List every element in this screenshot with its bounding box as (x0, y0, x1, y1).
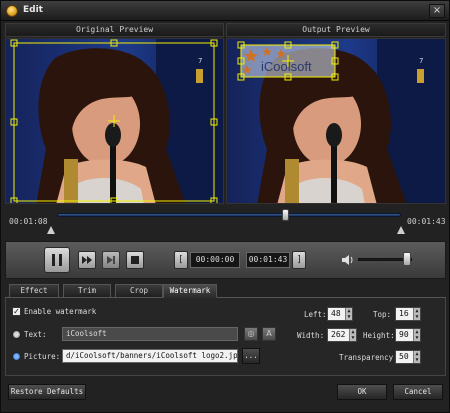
app-logo-icon (6, 5, 18, 17)
fast-forward-button[interactable] (78, 251, 96, 269)
volume-icon[interactable] (340, 253, 354, 267)
enable-watermark-checkbox[interactable]: ✓ (12, 307, 21, 316)
trim-start-marker[interactable] (47, 226, 55, 234)
set-end-button[interactable]: ] (292, 251, 306, 269)
watermark-selection-frame[interactable] (227, 39, 446, 204)
picture-watermark-radio[interactable] (12, 352, 21, 361)
transparency-spinbox[interactable]: 50 ▲ ▼ (395, 350, 421, 364)
timeline-track[interactable] (57, 209, 401, 221)
edit-tabs: Effect Trim Crop Watermark (5, 282, 446, 298)
output-preview-label: Output Preview (226, 23, 446, 37)
transparency-label: Transparency: (339, 353, 398, 362)
top-label: Top: (373, 310, 392, 319)
font-icon: A (266, 329, 272, 338)
text-color-button[interactable]: ◎ (244, 327, 258, 341)
watermark-panel: ✓ Enable watermark Text: iCoolsoft ◎ A P… (5, 298, 446, 376)
tab-trim[interactable]: Trim (63, 284, 111, 298)
title-bar: Edit × (1, 1, 449, 21)
pause-button[interactable] (44, 247, 70, 273)
timeline: 00:01:08 00:01:43 (5, 206, 446, 240)
stop-icon (131, 256, 139, 264)
trim-end-time: 00:01:43 (407, 217, 446, 226)
top-spinbox[interactable]: 16 ▲ ▼ (395, 307, 421, 321)
playback-controls: [ 00:00:00 00:01:43 ] (5, 241, 446, 279)
browse-picture-button[interactable]: ... (242, 348, 260, 364)
restore-defaults-button[interactable]: Restore Defaults (8, 384, 86, 400)
palette-icon: ◎ (247, 329, 255, 338)
output-preview: 7 iCoolsoft (226, 38, 446, 204)
text-watermark-radio[interactable] (12, 330, 21, 339)
start-time-field[interactable]: 00:00:00 (190, 252, 240, 268)
original-preview-label: Original Preview (5, 23, 224, 37)
tab-watermark[interactable]: Watermark (163, 284, 217, 298)
width-label: Width: (297, 331, 325, 340)
picture-label: Picture: (24, 352, 61, 361)
tab-crop[interactable]: Crop (115, 284, 163, 298)
edit-window: Edit × Original Preview Output Preview 7 (0, 0, 450, 413)
pause-icon (52, 254, 62, 266)
trim-end-marker[interactable] (397, 226, 405, 234)
text-font-button[interactable]: A (262, 327, 276, 341)
trim-start-time: 00:01:08 (9, 217, 48, 226)
fast-forward-icon (82, 256, 92, 264)
transparency-value: 50 (399, 352, 409, 361)
top-value: 16 (399, 309, 409, 318)
height-spinbox[interactable]: 90 ▲ ▼ (395, 328, 421, 342)
tab-effect[interactable]: Effect (9, 284, 59, 298)
ok-button[interactable]: OK (337, 384, 387, 400)
cancel-button[interactable]: Cancel (393, 384, 443, 400)
set-start-button[interactable]: [ (174, 251, 188, 269)
next-frame-icon (107, 256, 115, 264)
picture-path-input[interactable]: d/iCoolsoft/banners/iCoolsoft logo2.jpg (62, 349, 238, 363)
next-frame-button[interactable] (102, 251, 120, 269)
width-spinbox[interactable]: 262 ▲ ▼ (327, 328, 357, 342)
crop-selection-frame[interactable] (6, 39, 224, 204)
watermark-text-input[interactable]: iCoolsoft (62, 327, 238, 341)
left-spinbox[interactable]: 48 ▲ ▼ (327, 307, 353, 321)
text-label: Text: (24, 330, 47, 339)
left-label: Left: (304, 310, 327, 319)
enable-watermark-label: Enable watermark (24, 307, 97, 316)
timeline-playhead[interactable] (282, 209, 289, 221)
volume-slider-thumb[interactable] (403, 252, 411, 266)
window-title: Edit (23, 5, 43, 15)
left-value: 48 (331, 309, 341, 318)
height-value: 90 (399, 330, 409, 339)
height-label: Height: (363, 331, 395, 340)
width-value: 262 (331, 330, 346, 339)
original-preview: 7 (5, 38, 224, 204)
end-time-field[interactable]: 00:01:43 (246, 252, 290, 268)
stop-button[interactable] (126, 251, 144, 269)
close-button[interactable]: × (429, 4, 445, 18)
